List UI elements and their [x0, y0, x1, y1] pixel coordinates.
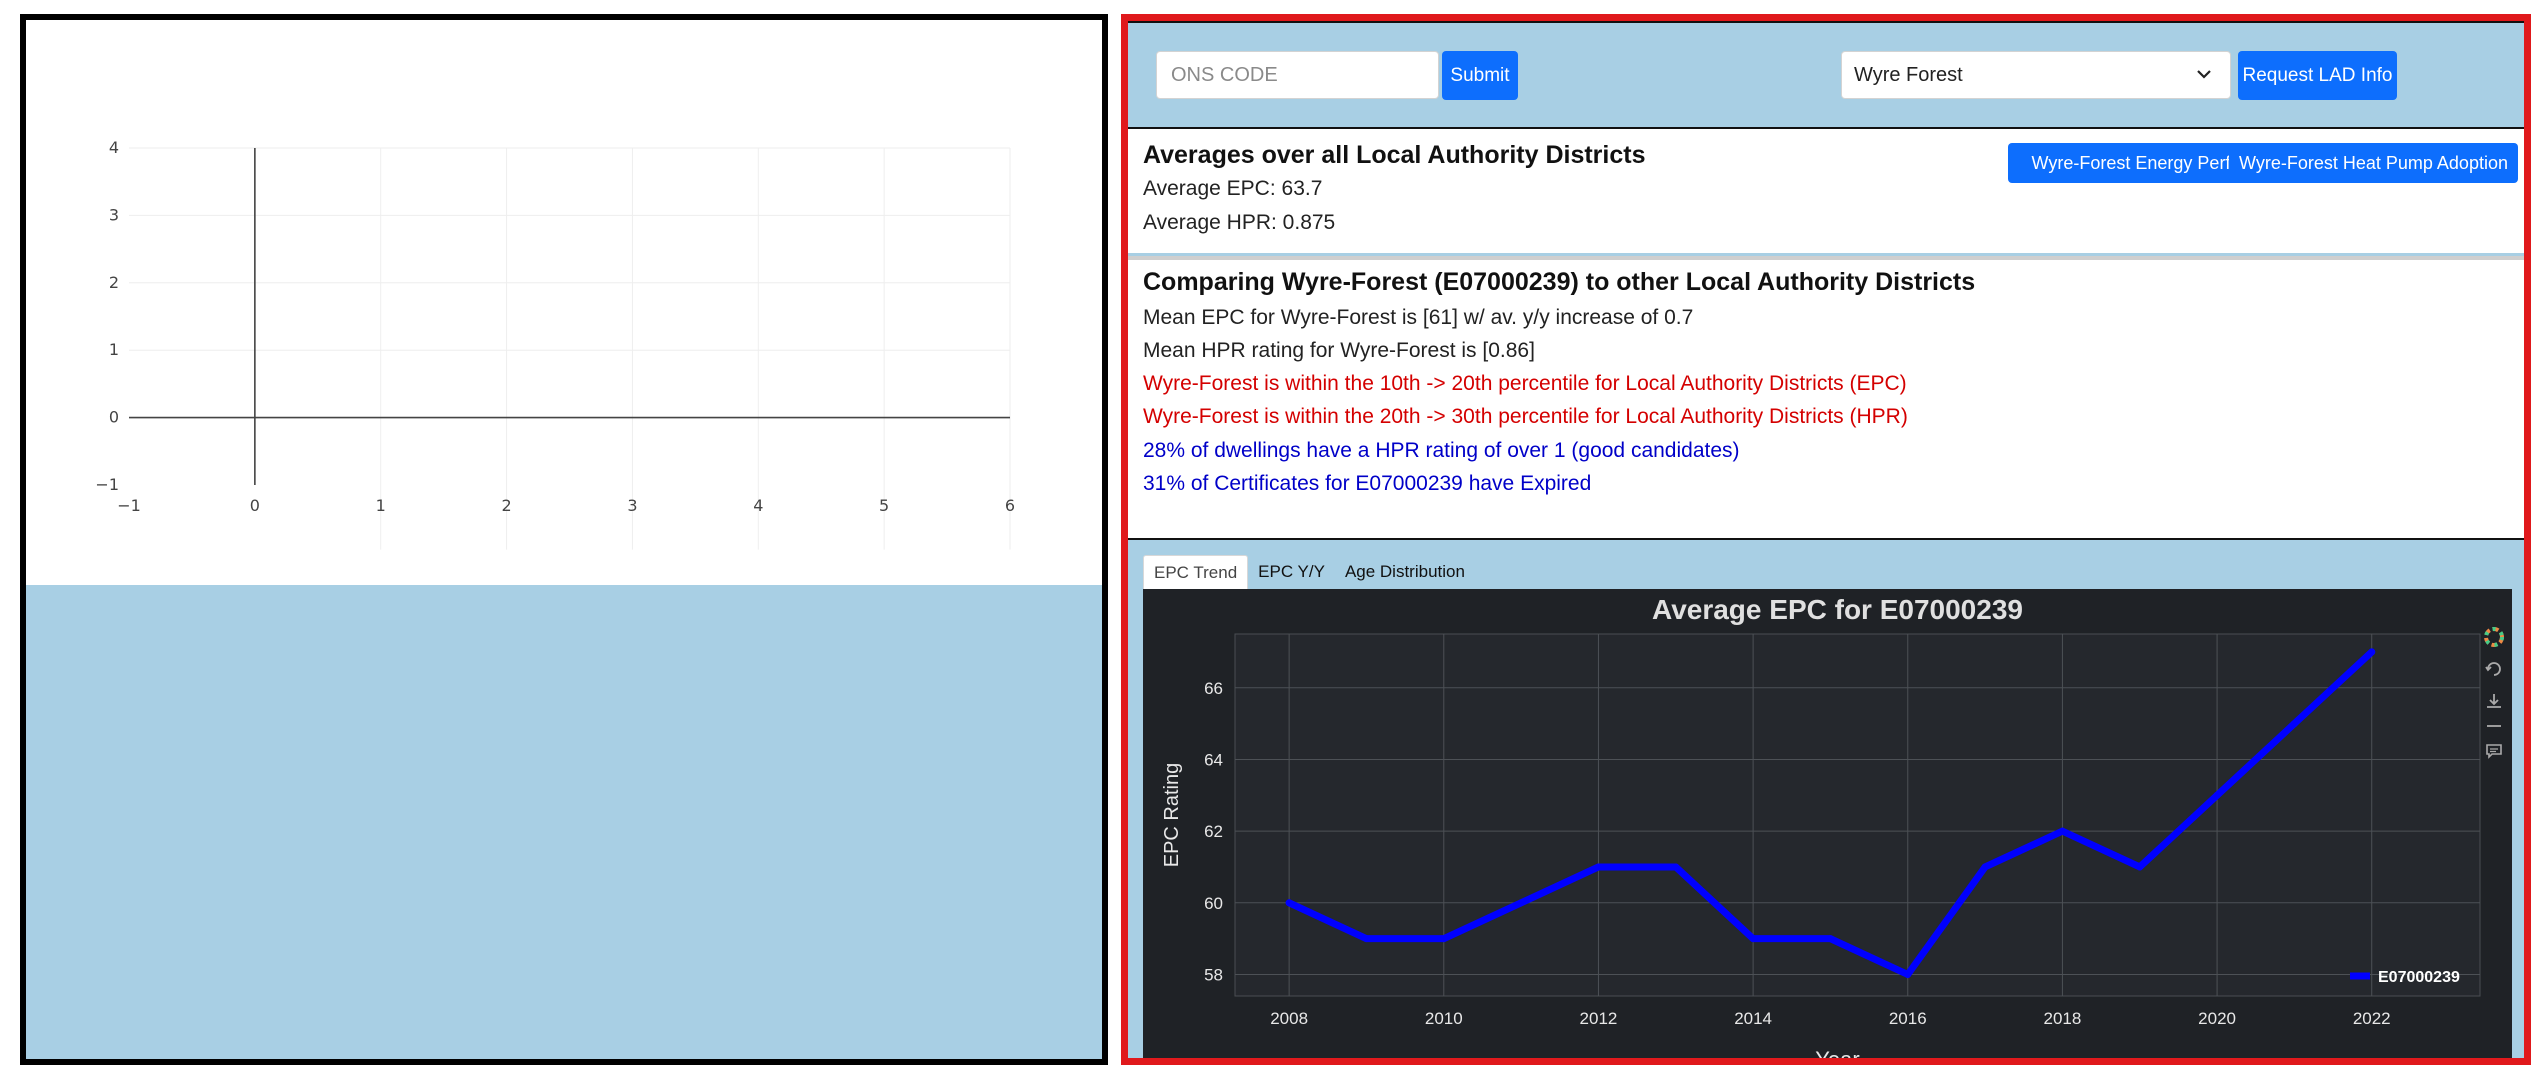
chart-data-point — [1362, 935, 1370, 943]
comparison-title: Comparing Wyre-Forest (E07000239) to oth… — [1143, 268, 1976, 296]
averages-title: Averages over all Local Authority Distri… — [1143, 141, 1646, 169]
dashboard-panel: Submit Wyre Forest Request LAD Info Aver… — [1121, 14, 2531, 1065]
empty-plot: −1 0 1 2 3 4 5 6 −1 0 1 2 3 4 — [26, 20, 1102, 585]
chart-x-tick-label: 2016 — [1889, 1009, 1927, 1028]
chart-y-tick-label: 62 — [1204, 822, 1223, 841]
submit-button[interactable]: Submit — [1442, 51, 1518, 100]
left-panel: −1 0 1 2 3 4 5 6 −1 0 1 2 3 4 — [20, 14, 1108, 1065]
chart-x-tick-label: 2012 — [1580, 1009, 1618, 1028]
tab-epc-trend[interactable]: EPC Trend — [1143, 555, 1249, 589]
chart-y-tick-label: 66 — [1204, 679, 1223, 698]
lad-select[interactable]: Wyre Forest — [1841, 51, 2231, 99]
empty-plot-x-tick-label: 6 — [1005, 496, 1015, 515]
tab-age-distribution[interactable]: Age Distribution — [1335, 555, 1475, 589]
chart-data-point — [1594, 863, 1602, 871]
empty-plot-y-tick-label: 4 — [109, 138, 119, 157]
chart-data-point — [2136, 863, 2144, 871]
download-icon[interactable] — [2484, 691, 2504, 711]
chart-data-point — [1440, 935, 1448, 943]
chart-data-point — [1749, 935, 1757, 943]
epc-percentile-text: Wyre-Forest is within the 10th -> 20th p… — [1143, 372, 1907, 395]
empty-plot-svg: −1 0 1 2 3 4 5 6 −1 0 1 2 3 4 — [95, 138, 1015, 550]
chart-title: Average EPC for E07000239 — [1652, 594, 2023, 625]
empty-plot-x-tick-label: 4 — [753, 496, 763, 515]
chart-modebar — [2482, 627, 2506, 761]
lad-select-value: Wyre Forest — [1854, 63, 1963, 86]
energy-perf-button[interactable]: Wyre-Forest Energy Perf — [2008, 143, 2254, 183]
empty-plot-y-tick-label: 2 — [109, 273, 119, 292]
hpr-candidates-text: 28% of dwellings have a HPR rating of ov… — [1143, 439, 1740, 462]
empty-plot-y-tick-label: 3 — [109, 205, 119, 224]
chart-tabs: EPC Trend EPC Y/Y Age Distribution — [1143, 555, 1475, 589]
chart-data-point — [2213, 791, 2221, 799]
reset-icon[interactable] — [2484, 659, 2504, 679]
epc-trend-svg: 2008 2010 2012 2014 2016 2018 2020 2022 58 60 62 64… — [1161, 594, 2481, 1065]
chart-y-axis-label: EPC Rating — [1161, 763, 1183, 868]
chart-x-tick-label: 2022 — [2353, 1009, 2391, 1028]
colorwheel-icon[interactable] — [2484, 627, 2504, 647]
empty-plot-x-tick-label: 5 — [879, 496, 889, 515]
chart-data-point — [1517, 899, 1525, 907]
chart-y-tick-label: 64 — [1204, 750, 1223, 769]
chart-data-point — [1981, 863, 1989, 871]
average-hpr: Average HPR: 0.875 — [1143, 211, 1336, 234]
empty-plot-y-tick-label: 1 — [109, 340, 119, 359]
comparison-section: Comparing Wyre-Forest (E07000239) to oth… — [1128, 256, 2524, 538]
chart-x-tick-label: 2018 — [2044, 1009, 2082, 1028]
request-lad-info-button[interactable]: Request LAD Info — [2238, 51, 2397, 100]
chart-x-axis-label: Year — [1815, 1047, 1859, 1065]
chart-y-tick-label: 60 — [1204, 894, 1223, 913]
chart-data-point — [2368, 648, 2376, 656]
tab-epc-yy[interactable]: EPC Y/Y — [1248, 555, 1335, 589]
chart-data-point — [1904, 970, 1912, 978]
empty-plot-x-tick-label: 1 — [376, 496, 386, 515]
empty-plot-x-tick-label: −1 — [117, 496, 141, 515]
heat-pump-adoption-button[interactable]: Wyre-Forest Heat Pump Adoption — [2229, 143, 2518, 183]
chart-data-point — [1826, 935, 1834, 943]
chart-data-point — [1285, 899, 1293, 907]
chart-x-tick-label: 2008 — [1270, 1009, 1308, 1028]
empty-plot-x-tick-label: 3 — [627, 496, 637, 515]
average-epc: Average EPC: 63.7 — [1143, 177, 1323, 200]
divider-icon — [2484, 723, 2504, 729]
chart-data-point — [1672, 863, 1680, 871]
chart-y-tick-label: 58 — [1204, 965, 1223, 984]
chart-x-tick-label: 2020 — [2198, 1009, 2236, 1028]
mean-hpr-text: Mean HPR rating for Wyre-Forest is [0.86… — [1143, 339, 1535, 362]
ons-code-input[interactable] — [1156, 51, 1439, 99]
mean-epc-text: Mean EPC for Wyre-Forest is [61] w/ av. … — [1143, 306, 1694, 329]
empty-plot-y-tick-label: −1 — [95, 475, 119, 494]
chart-x-tick-label: 2010 — [1425, 1009, 1463, 1028]
controls-bar: Submit Wyre Forest Request LAD Info — [1128, 21, 2524, 127]
empty-plot-y-tick-label: 0 — [109, 408, 119, 427]
empty-plot-x-tick-label: 2 — [501, 496, 511, 515]
comment-icon[interactable] — [2484, 741, 2504, 761]
charts-section: EPC Trend EPC Y/Y Age Distribution 2008 2… — [1128, 538, 2524, 1065]
chart-data-point — [2058, 827, 2066, 835]
chart-legend-label: E07000239 — [2378, 969, 2460, 986]
expired-certificates-text: 31% of Certificates for E07000239 have E… — [1143, 472, 1592, 495]
chart-x-tick-label: 2014 — [1734, 1009, 1772, 1028]
chevron-down-icon — [2197, 70, 2211, 79]
averages-section: Averages over all Local Authority Distri… — [1128, 127, 2524, 253]
hpr-percentile-text: Wyre-Forest is within the 20th -> 30th p… — [1143, 405, 1908, 428]
epc-trend-chart: 2008 2010 2012 2014 2016 2018 2020 2022 58 60 62 64… — [1143, 589, 2512, 1065]
empty-plot-x-tick-label: 0 — [250, 496, 260, 515]
chart-data-point — [2290, 720, 2298, 728]
